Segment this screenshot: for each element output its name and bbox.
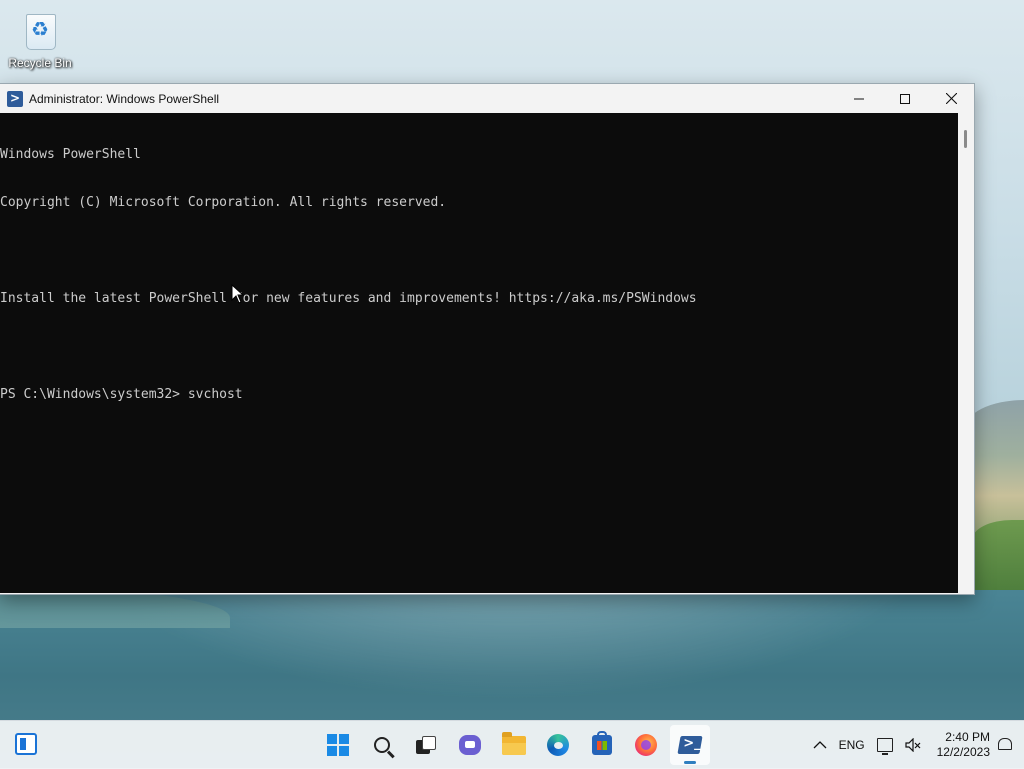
volume-muted-icon [905,738,921,752]
clock[interactable]: 2:40 PM 12/2/2023 [937,730,990,760]
task-view-button[interactable] [406,725,446,765]
store-button[interactable] [582,725,622,765]
store-icon [592,731,612,755]
recycle-bin-icon: ♻ [21,8,59,50]
console-line: Copyright (C) Microsoft Corporation. All… [0,195,447,210]
minimize-button[interactable] [836,84,882,113]
windows-start-icon [327,734,349,756]
maximize-icon [900,93,910,104]
powershell-icon: >_ [677,736,703,754]
file-explorer-button[interactable] [494,725,534,765]
firefox-button[interactable] [626,725,666,765]
network-button[interactable] [876,738,893,755]
chat-button[interactable] [450,725,490,765]
wallpaper-grass [972,520,1024,590]
chevron-up-icon [813,741,827,749]
language-indicator[interactable]: ENG [839,738,865,752]
scrollbar-thumb[interactable] [964,130,967,148]
taskbar: >_ ENG 2:40 PM 12/2/2023 [0,720,1024,769]
show-hidden-icons-button[interactable] [813,740,827,750]
minimize-icon [854,98,864,99]
volume-button[interactable] [905,738,921,752]
maximize-button[interactable] [882,84,928,113]
edge-icon [547,734,569,756]
title-bar[interactable]: > Administrator: Windows PowerShell [0,84,974,113]
task-view-icon [416,736,436,754]
firefox-icon [635,734,657,756]
console-line: Install the latest PowerShell for new fe… [0,291,697,306]
taskbar-apps: >_ [318,725,710,765]
network-icon [876,738,893,755]
clock-time: 2:40 PM [945,730,990,744]
folder-icon [502,731,526,755]
console-line: Windows PowerShell [0,147,141,162]
window-controls [836,84,974,113]
start-button[interactable] [318,725,358,765]
console-prompt-line[interactable]: PS C:\Windows\system32> svchost [0,387,958,403]
close-button[interactable] [928,84,974,113]
vertical-scrollbar[interactable] [958,113,974,593]
console-output[interactable]: Windows PowerShell Copyright (C) Microso… [0,113,958,593]
edge-button[interactable] [538,725,578,765]
widgets-button[interactable] [15,733,37,755]
mouse-cursor-icon [231,284,245,304]
search-button[interactable] [362,725,402,765]
window-title: Administrator: Windows PowerShell [29,91,220,106]
desktop-icon-label: Recycle Bin [8,56,72,70]
system-tray: ENG 2:40 PM 12/2/2023 [807,721,1024,769]
powershell-icon: > [7,90,23,107]
search-icon [374,737,390,753]
powershell-taskbar-button[interactable]: >_ [670,725,710,765]
clock-date: 12/2/2023 [936,745,990,759]
desktop-icon-recycle-bin[interactable]: ♻ Recycle Bin [4,8,76,70]
widgets-icon [15,733,37,755]
notification-button[interactable] [998,738,1012,752]
chat-icon [459,735,481,755]
notification-bell-icon [998,738,1012,750]
close-icon [945,93,957,104]
powershell-window[interactable]: > Administrator: Windows PowerShell Wind… [0,83,975,595]
